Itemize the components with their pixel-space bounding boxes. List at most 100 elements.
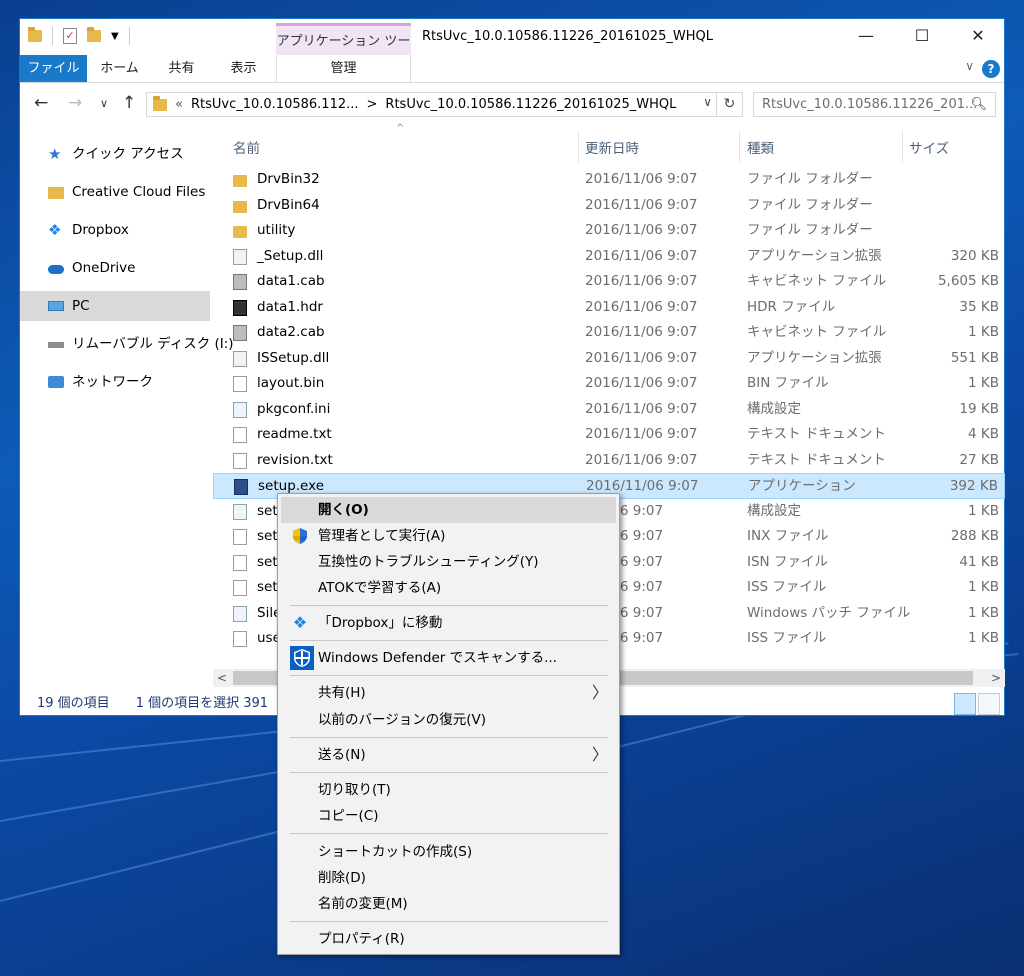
file-type: キャビネット ファイル [747,273,887,289]
menu-item-delete[interactable]: 削除(D) [281,865,616,891]
search-input[interactable]: RtsUvc_10.0.10586.11226_201... 🔍︎ [753,92,996,117]
menu-item-copy[interactable]: コピー(C) [281,803,616,829]
close-button[interactable]: ✕ [955,19,1001,53]
file-size: 5,605 KB [937,273,999,289]
file-row[interactable]: pkgconf.ini 2016/11/06 9:07 構成設定 19 KB [213,397,1005,423]
menu-item-dropbox-move[interactable]: ❖ 「Dropbox」に移動 [281,610,616,636]
sidebar-item-quick-access[interactable]: ★ クイック アクセス [20,139,210,169]
maximize-button[interactable]: ☐ [899,19,945,53]
breadcrumb-current[interactable]: RtsUvc_10.0.10586.11226_20161025_WHQL [385,97,676,112]
file-name: data2.cab [257,324,325,340]
breadcrumb-overflow[interactable]: « [175,97,183,112]
file-list-pane: ^ 名前 更新日時 種類 サイズ DrvBin32 2016/11/06 9:07… [213,123,1005,647]
minimize-button[interactable]: — [843,19,889,53]
submenu-arrow-icon: 〉 [591,745,608,764]
menu-item-open[interactable]: 開く(O) [281,497,616,523]
column-header-date[interactable]: 更新日時 [585,137,639,157]
file-row[interactable]: utility 2016/11/06 9:07 ファイル フォルダー [213,218,1005,244]
config-file-icon [233,503,247,520]
column-separator[interactable] [902,131,903,163]
sidebar-item-label: リムーバブル ディスク (I:) [72,336,234,352]
file-date: 2016/11/06 9:07 [585,349,698,366]
recent-locations-button[interactable]: ∨ [100,97,108,110]
tab-file[interactable]: ファイル [20,55,87,82]
details-view-icon[interactable] [954,693,976,715]
file-row[interactable]: _Setup.dll 2016/11/06 9:07 アプリケーション拡張 320 K… [213,244,1005,270]
tab-share[interactable]: 共有 [154,55,209,82]
file-name: data1.cab [257,273,325,289]
document-icon [233,376,247,392]
new-folder-icon[interactable] [87,27,101,42]
sort-ascending-icon: ^ [396,123,405,134]
sidebar-item-network[interactable]: ネットワーク [20,367,210,397]
search-icon: 🔍︎ [970,97,987,112]
up-button[interactable]: ↑ [122,93,136,113]
address-dropdown-icon[interactable]: ∨ [703,95,712,109]
help-icon[interactable]: ? [982,60,1000,78]
sidebar-item-dropbox[interactable]: ❖ Dropbox [20,215,210,245]
document-icon [233,580,247,596]
file-type: テキスト ドキュメント [747,426,886,442]
menu-item-create-shortcut[interactable]: ショートカットの作成(S) [281,839,616,865]
menu-item-label: ショートカットの作成(S) [318,844,473,860]
menu-item-label: 共有(H) [318,685,366,701]
file-row[interactable]: revision.txt 2016/11/06 9:07 テキスト ドキュメント 27… [213,448,1005,474]
column-header-name[interactable]: 名前 [233,137,260,157]
menu-item-properties[interactable]: プロパティ(R) [281,926,616,952]
file-size: 19 KB [959,400,999,417]
file-row[interactable]: data1.hdr 2016/11/06 9:07 HDR ファイル 35 KB [213,295,1005,321]
large-icons-view-icon[interactable] [978,693,1000,715]
column-header-size[interactable]: サイズ [909,137,949,157]
menu-item-share[interactable]: 共有(H) 〉 [281,680,616,706]
breadcrumb-separator[interactable]: > [367,97,378,112]
scroll-left-icon[interactable]: < [217,669,227,687]
column-separator[interactable] [578,131,579,163]
column-separator[interactable] [739,131,740,163]
sidebar-item-creative-cloud[interactable]: Creative Cloud Files [20,177,210,207]
file-row[interactable]: layout.bin 2016/11/06 9:07 BIN ファイル 1 KB [213,371,1005,397]
file-row[interactable]: readme.txt 2016/11/06 9:07 テキスト ドキュメント 4 KB [213,422,1005,448]
sidebar-item-onedrive[interactable]: OneDrive [20,253,210,283]
breadcrumb-parent[interactable]: RtsUvc_10.0.10586.112... [191,97,359,112]
refresh-button[interactable]: ↻ [716,93,742,116]
ribbon-expand-icon[interactable]: ∨ [965,59,974,73]
onedrive-icon [48,265,64,274]
tab-home[interactable]: ホーム [92,55,147,82]
folder-icon [233,175,247,187]
file-name: data1.hdr [257,298,323,315]
menu-item-atok[interactable]: ATOKで学習する(A) [281,575,616,601]
menu-item-cut[interactable]: 切り取り(T) [281,777,616,803]
menu-item-run-as-admin[interactable]: 管理者として実行(A) [281,523,616,549]
file-type: ファイル フォルダー [747,222,873,238]
tab-manage[interactable]: 管理 [276,55,411,82]
menu-item-rename[interactable]: 名前の変更(M) [281,891,616,917]
file-date: 2016/11/06 9:07 [585,273,698,289]
sidebar-item-pc[interactable]: PC [20,291,210,321]
properties-icon[interactable]: ✓ [63,28,77,44]
document-icon [233,631,247,647]
back-button[interactable]: ← [34,93,48,113]
qat-customize-icon[interactable]: ▼ [111,31,119,42]
file-row[interactable]: DrvBin32 2016/11/06 9:07 ファイル フォルダー [213,167,1005,193]
scroll-right-icon[interactable]: > [991,669,1001,687]
file-row[interactable]: data1.cab 2016/11/06 9:07 キャビネット ファイル 5,605… [213,269,1005,295]
file-size: 1 KB [968,375,999,391]
column-header-type[interactable]: 種類 [747,137,774,157]
view-buttons [954,693,1000,715]
forward-button[interactable]: → [68,93,82,113]
menu-item-troubleshoot[interactable]: 互換性のトラブルシューティング(Y) [281,549,616,575]
menu-item-restore-previous[interactable]: 以前のバージョンの復元(V) [281,707,616,733]
tab-view[interactable]: 表示 [216,55,271,82]
qat-separator [52,27,53,45]
file-row[interactable]: DrvBin64 2016/11/06 9:07 ファイル フォルダー [213,193,1005,219]
address-bar[interactable]: « RtsUvc_10.0.10586.112... > RtsUvc_10.0… [146,92,743,117]
document-icon [233,452,247,469]
menu-item-defender-scan[interactable]: Windows Defender でスキャンする... [281,645,616,671]
file-name: DrvBin64 [257,196,320,213]
uac-shield-icon [291,527,309,545]
pc-icon [48,301,64,311]
file-row[interactable]: data2.cab 2016/11/06 9:07 キャビネット ファイル 1 KB [213,320,1005,346]
file-row[interactable]: ISSetup.dll 2016/11/06 9:07 アプリケーション拡張 551 … [213,346,1005,372]
sidebar-item-removable-disk[interactable]: リムーバブル ディスク (I:) [20,329,234,359]
menu-item-send-to[interactable]: 送る(N) 〉 [281,742,616,768]
